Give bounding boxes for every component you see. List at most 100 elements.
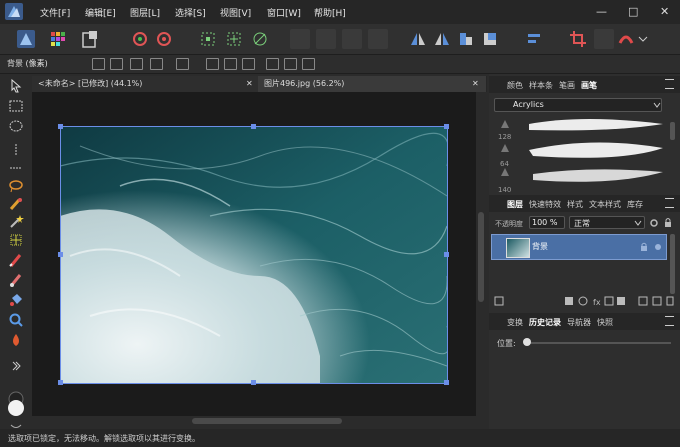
ctx-align-4[interactable] xyxy=(266,58,279,70)
maximize-button[interactable]: □ xyxy=(628,5,638,18)
handle-bottom[interactable] xyxy=(251,380,256,385)
selection-brush-icon[interactable] xyxy=(8,196,24,212)
close-window-button[interactable]: ✕ xyxy=(660,5,669,18)
handle-top-right[interactable] xyxy=(444,124,449,129)
flip-vertical-icon[interactable] xyxy=(432,29,452,49)
tab-snapshots[interactable]: 快照 xyxy=(597,317,613,328)
layer-actions-bar[interactable]: fx xyxy=(493,295,675,307)
selection-refine-icon[interactable] xyxy=(616,29,636,49)
ctx-option-4[interactable] xyxy=(150,58,163,70)
lasso-tool-icon[interactable] xyxy=(8,178,24,194)
snap-grid-icon[interactable] xyxy=(198,29,218,49)
fill-tool-icon[interactable] xyxy=(8,292,24,308)
minimize-button[interactable]: — xyxy=(596,5,607,18)
ctx-align-6[interactable] xyxy=(302,58,315,70)
ctx-align-3[interactable] xyxy=(242,58,255,70)
handle-right[interactable] xyxy=(444,252,449,257)
tab-brushes[interactable]: 画笔 xyxy=(581,80,597,91)
handle-left[interactable] xyxy=(58,252,63,257)
tab-navigator[interactable]: 导航器 xyxy=(567,317,591,328)
tab-color[interactable]: 颜色 xyxy=(507,80,523,91)
layer-visibility-icon[interactable] xyxy=(654,243,662,251)
transform-button-2[interactable] xyxy=(316,29,336,49)
rotate-left-icon[interactable] xyxy=(456,29,476,49)
persona-photo-icon[interactable] xyxy=(16,29,36,49)
align-icon[interactable] xyxy=(524,29,544,49)
menu-view[interactable]: 视图[V] xyxy=(220,6,251,19)
ctx-option-5[interactable] xyxy=(176,58,189,70)
menu-window[interactable]: 窗口[W] xyxy=(267,6,301,19)
menu-help[interactable]: 帮助[H] xyxy=(314,6,346,19)
flip-horizontal-icon[interactable] xyxy=(408,29,428,49)
more-tools-icon[interactable] xyxy=(8,358,24,374)
panel-menu-icon[interactable] xyxy=(665,316,674,326)
settings-gear-icon[interactable] xyxy=(130,29,150,49)
ctx-option-3[interactable] xyxy=(130,58,143,70)
tab-layers[interactable]: 图层 xyxy=(507,199,523,210)
panel-menu-icon[interactable] xyxy=(665,198,674,208)
handle-top-left[interactable] xyxy=(58,124,63,129)
tab-stock[interactable]: 库存 xyxy=(627,199,643,210)
scroll-thumb[interactable] xyxy=(478,212,484,302)
menu-edit[interactable]: 编辑[E] xyxy=(85,6,116,19)
ellipse-marquee-icon[interactable] xyxy=(8,118,24,134)
tab-transform[interactable]: 变换 xyxy=(507,317,523,328)
crop-icon[interactable] xyxy=(568,29,588,49)
dodge-brush-icon[interactable] xyxy=(8,272,24,288)
handle-bottom-right[interactable] xyxy=(444,380,449,385)
blend-mode-select[interactable]: 正常 xyxy=(569,216,645,229)
tab-stroke[interactable]: 笔画 xyxy=(559,80,575,91)
move-tool-icon[interactable] xyxy=(8,78,24,94)
pixel-select-icon[interactable] xyxy=(8,232,24,248)
rotate-right-icon[interactable] xyxy=(480,29,500,49)
brush-scroll-thumb[interactable] xyxy=(670,122,675,140)
horizontal-scrollbar[interactable] xyxy=(32,416,476,426)
handle-top[interactable] xyxy=(251,124,256,129)
close-tab-icon[interactable]: ✕ xyxy=(472,76,479,92)
ctx-option-1[interactable] xyxy=(92,58,105,70)
tab-fx[interactable]: 快速特效 xyxy=(529,199,561,210)
menu-layer[interactable]: 图层[L] xyxy=(130,6,160,19)
ctx-align-1[interactable] xyxy=(206,58,219,70)
column-marquee-icon[interactable] xyxy=(8,142,24,158)
red-eye-tool-icon[interactable] xyxy=(8,332,24,348)
assistant-gear-icon[interactable] xyxy=(154,29,174,49)
brush-category-select[interactable]: Acrylics xyxy=(494,98,662,112)
snap-bounds-icon[interactable] xyxy=(224,29,244,49)
layer-lock-icon[interactable] xyxy=(640,242,648,252)
tab-document-image[interactable]: 图片496.jpg (56.2%) ✕ xyxy=(258,76,486,92)
chevron-down-icon[interactable] xyxy=(636,29,650,49)
tab-styles[interactable]: 样式 xyxy=(567,199,583,210)
scroll-thumb[interactable] xyxy=(192,418,342,424)
zoom-tool-icon[interactable] xyxy=(8,312,24,328)
ctx-option-2[interactable] xyxy=(110,58,123,70)
brush-strokes-preview[interactable] xyxy=(493,116,671,194)
ctx-align-5[interactable] xyxy=(284,58,297,70)
color-swatch-icon[interactable] xyxy=(5,390,27,420)
rect-marquee-icon[interactable] xyxy=(8,98,24,114)
tab-document-untitled[interactable]: <未命名> [已修改] (44.1%) ✕ xyxy=(32,76,260,92)
vertical-scrollbar[interactable] xyxy=(476,92,486,416)
transform-button-4[interactable] xyxy=(368,29,388,49)
row-marquee-icon[interactable] xyxy=(8,160,24,176)
quick-mask-button[interactable] xyxy=(594,29,614,49)
history-slider-thumb[interactable] xyxy=(523,338,531,346)
persona-export-icon[interactable] xyxy=(80,29,100,49)
transform-button-1[interactable] xyxy=(290,29,310,49)
layers-scroll-thumb[interactable] xyxy=(670,234,675,294)
gear-icon[interactable] xyxy=(649,218,659,228)
transform-button-3[interactable] xyxy=(342,29,362,49)
tab-history[interactable]: 历史记录 xyxy=(529,317,561,328)
ctx-align-2[interactable] xyxy=(224,58,237,70)
tab-swatches[interactable]: 样本条 xyxy=(529,80,553,91)
history-slider-track[interactable] xyxy=(525,342,671,344)
layer-row[interactable]: 背景 xyxy=(491,234,667,260)
handle-bottom-left[interactable] xyxy=(58,380,63,385)
tab-text-styles[interactable]: 文本样式 xyxy=(589,199,621,210)
snap-nodes-icon[interactable] xyxy=(250,29,270,49)
opacity-field[interactable]: 100 % xyxy=(529,216,565,229)
persona-liquify-icon[interactable] xyxy=(48,29,68,49)
menu-file[interactable]: 文件[F] xyxy=(40,6,70,19)
flood-select-icon[interactable] xyxy=(8,214,24,230)
lock-icon[interactable] xyxy=(663,217,673,228)
